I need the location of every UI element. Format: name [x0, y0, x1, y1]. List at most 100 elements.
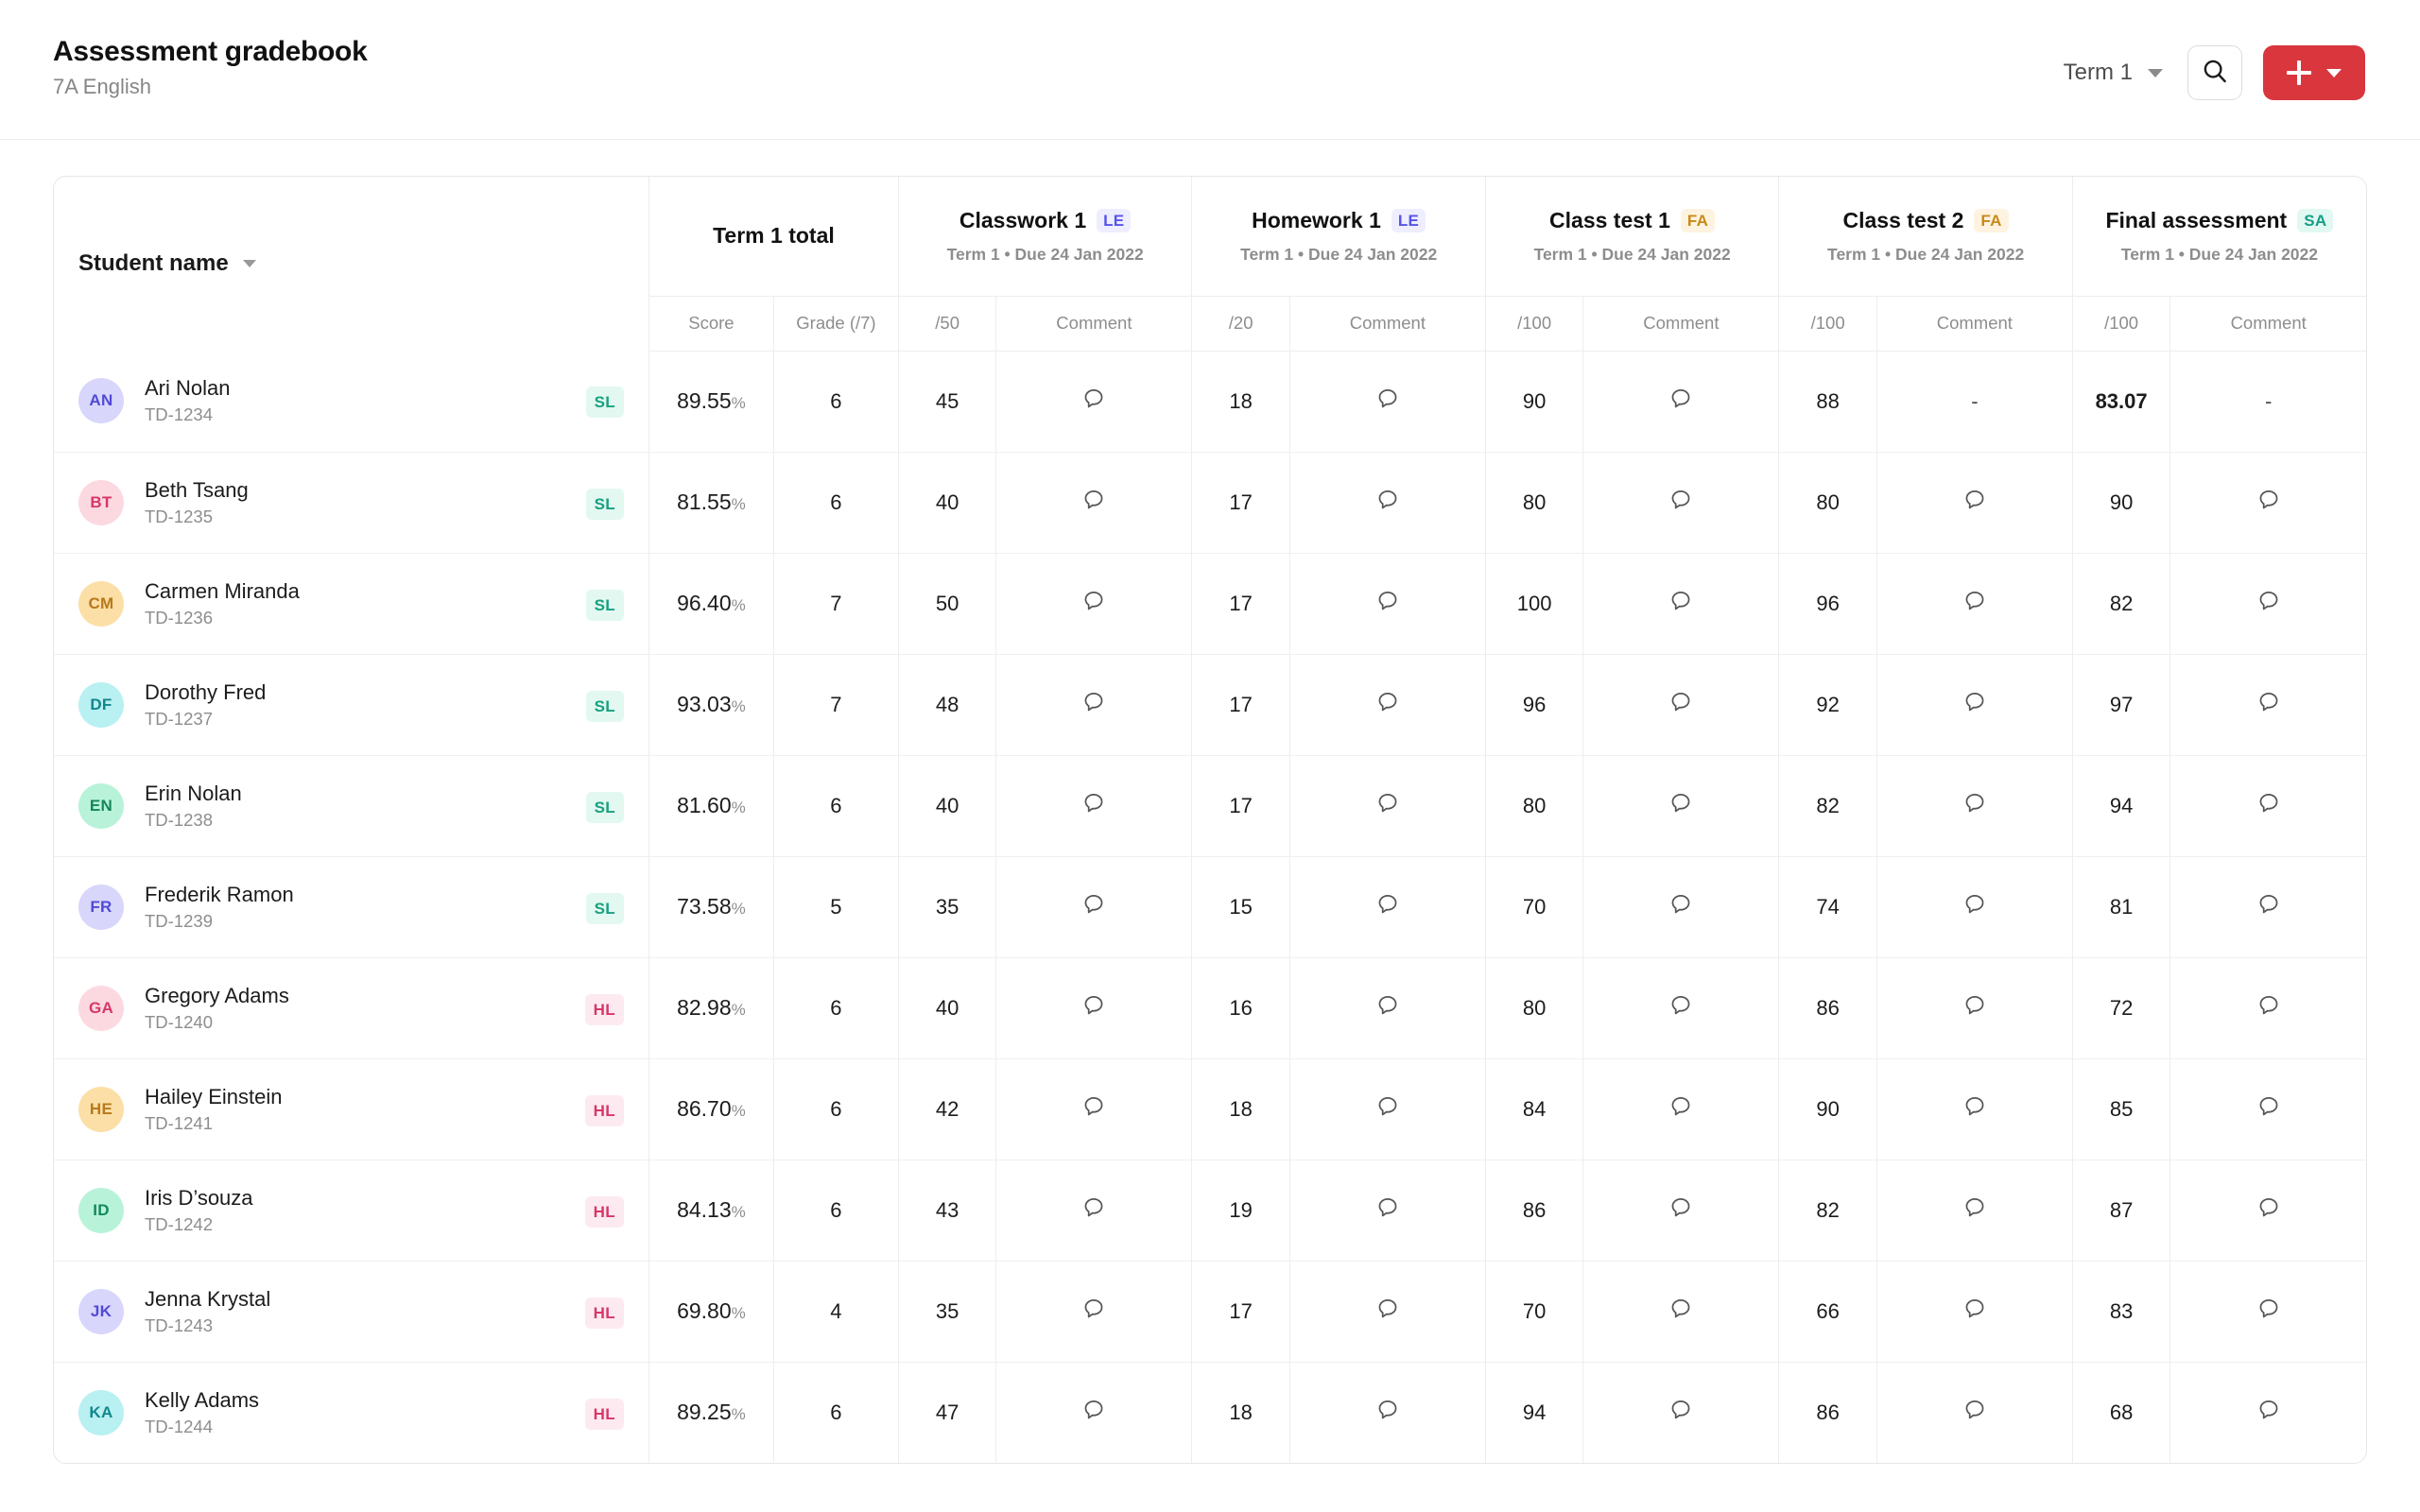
subcolumn-header[interactable]: Comment	[995, 296, 1193, 352]
classwork1-score-cell[interactable]: 40	[898, 755, 997, 856]
comment-bubble-icon[interactable]	[1668, 892, 1693, 917]
student-cell[interactable]: HE Hailey Einstein TD-1241 HL	[54, 1058, 649, 1160]
classtest2-comment-cell[interactable]	[1876, 856, 2073, 957]
term-total-score-cell[interactable]: 89.25%	[648, 1362, 774, 1463]
final-score-cell[interactable]: 72	[2072, 957, 2171, 1058]
classtest1-comment-cell[interactable]	[1582, 1362, 1780, 1463]
homework1-score-cell[interactable]: 17	[1191, 553, 1290, 654]
final-score-cell[interactable]: 81	[2072, 856, 2171, 957]
classwork1-score-cell[interactable]: 40	[898, 957, 997, 1058]
score-value[interactable]: 42	[936, 1097, 959, 1121]
term-total-score-cell[interactable]: 96.40%	[648, 553, 774, 654]
classtest1-score-cell[interactable]: 84	[1485, 1058, 1584, 1160]
add-button[interactable]	[2263, 45, 2365, 100]
score-value[interactable]: 96	[1816, 592, 1839, 615]
score-value[interactable]: 17	[1229, 1299, 1252, 1323]
subcolumn-header[interactable]: Comment	[1876, 296, 2073, 352]
score-value[interactable]: 84	[1523, 1097, 1546, 1121]
classtest2-score-cell[interactable]: 82	[1778, 755, 1877, 856]
classwork1-score-cell[interactable]: 42	[898, 1058, 997, 1160]
score-value[interactable]: 74	[1816, 895, 1839, 919]
term-total-grade-cell[interactable]: 6	[773, 957, 899, 1058]
homework1-score-cell[interactable]: 15	[1191, 856, 1290, 957]
term-total-grade-cell[interactable]: 6	[773, 351, 899, 452]
score-value[interactable]: 82	[2110, 592, 2133, 615]
score-value[interactable]: 19	[1229, 1198, 1252, 1222]
classtest1-score-cell[interactable]: 90	[1485, 351, 1584, 452]
term-total-grade-cell[interactable]: 5	[773, 856, 899, 957]
final-score-cell[interactable]: 83	[2072, 1261, 2171, 1362]
comment-bubble-icon[interactable]	[2256, 892, 2281, 917]
comment-bubble-icon[interactable]	[2256, 1297, 2281, 1321]
score-value[interactable]: 17	[1229, 794, 1252, 817]
score-value[interactable]: 68	[2110, 1400, 2133, 1424]
classtest2-score-cell[interactable]: 80	[1778, 452, 1877, 553]
score-value[interactable]: 66	[1816, 1299, 1839, 1323]
comment-bubble-icon[interactable]	[1962, 690, 1987, 714]
final-score-cell[interactable]: 82	[2072, 553, 2171, 654]
comment-bubble-icon[interactable]	[1668, 1094, 1693, 1119]
score-value[interactable]: 18	[1229, 1400, 1252, 1424]
term-total-score-cell[interactable]: 81.55%	[648, 452, 774, 553]
comment-bubble-icon[interactable]	[1668, 1297, 1693, 1321]
classtest2-comment-cell[interactable]	[1876, 1362, 2073, 1463]
score-value[interactable]: 82	[1816, 1198, 1839, 1222]
classtest2-score-cell[interactable]: 96	[1778, 553, 1877, 654]
comment-bubble-icon[interactable]	[2256, 690, 2281, 714]
classtest1-score-cell[interactable]: 86	[1485, 1160, 1584, 1261]
subcolumn-header[interactable]: Comment	[1582, 296, 1780, 352]
classtest2-comment-cell[interactable]	[1876, 957, 2073, 1058]
homework1-score-cell[interactable]: 17	[1191, 654, 1290, 755]
classtest2-score-cell[interactable]: 86	[1778, 957, 1877, 1058]
classtest2-comment-cell[interactable]	[1876, 1160, 2073, 1261]
score-value[interactable]: 87	[2110, 1198, 2133, 1222]
homework1-score-cell[interactable]: 17	[1191, 1261, 1290, 1362]
table-row[interactable]: ID Iris D’souza TD-1242 HL 84.13% 6 43 19 86 82 87	[54, 1160, 2366, 1261]
score-value[interactable]: 70	[1523, 1299, 1546, 1323]
final-comment-cell[interactable]	[2170, 1160, 2366, 1261]
term-total-score-cell[interactable]: 69.80%	[648, 1261, 774, 1362]
score-value[interactable]: 85	[2110, 1097, 2133, 1121]
comment-bubble-icon[interactable]	[1081, 1094, 1106, 1119]
score-value[interactable]: 72	[2110, 996, 2133, 1020]
classwork1-comment-cell[interactable]	[995, 351, 1193, 452]
score-value[interactable]: 16	[1229, 996, 1252, 1020]
comment-bubble-icon[interactable]	[1375, 589, 1400, 613]
homework1-comment-cell[interactable]	[1289, 1261, 1486, 1362]
subcolumn-header[interactable]: Comment	[2169, 296, 2366, 352]
classtest2-score-cell[interactable]: 90	[1778, 1058, 1877, 1160]
table-row[interactable]: KA Kelly Adams TD-1244 HL 89.25% 6 47 18 94 86 68	[54, 1362, 2366, 1463]
subcolumn-header[interactable]: Comment	[1289, 296, 1486, 352]
classtest1-comment-cell[interactable]	[1582, 957, 1780, 1058]
classtest1-score-cell[interactable]: 94	[1485, 1362, 1584, 1463]
comment-bubble-icon[interactable]	[1375, 791, 1400, 816]
table-row[interactable]: DF Dorothy Fred TD-1237 SL 93.03% 7 48 17 96 92 97	[54, 654, 2366, 755]
comment-bubble-icon[interactable]	[1081, 488, 1106, 512]
homework1-comment-cell[interactable]	[1289, 856, 1486, 957]
student-cell[interactable]: GA Gregory Adams TD-1240 HL	[54, 957, 649, 1058]
score-value[interactable]: 17	[1229, 592, 1252, 615]
score-value[interactable]: 35	[936, 1299, 959, 1323]
comment-bubble-icon[interactable]	[1375, 690, 1400, 714]
term-total-grade-cell[interactable]: 6	[773, 1058, 899, 1160]
subcolumn-header[interactable]: Grade (/7)	[773, 296, 899, 352]
subcolumn-header[interactable]: /20	[1191, 296, 1290, 352]
subcolumn-header[interactable]: /100	[2072, 296, 2171, 352]
classtest1-comment-cell[interactable]	[1582, 856, 1780, 957]
term-total-score-cell[interactable]: 73.58%	[648, 856, 774, 957]
comment-bubble-icon[interactable]	[1081, 1195, 1106, 1220]
student-name-column-header[interactable]: Student name	[54, 177, 649, 351]
table-row[interactable]: GA Gregory Adams TD-1240 HL 82.98% 6 40 16 80 86 7…	[54, 957, 2366, 1058]
score-value[interactable]: 100	[1517, 592, 1552, 615]
classtest1-comment-cell[interactable]	[1582, 351, 1780, 452]
term-total-score-cell[interactable]: 89.55%	[648, 351, 774, 452]
final-comment-cell[interactable]	[2170, 654, 2366, 755]
term-total-grade-cell[interactable]: 7	[773, 553, 899, 654]
score-value[interactable]: 43	[936, 1198, 959, 1222]
classtest2-comment-cell[interactable]: -	[1876, 351, 2073, 452]
comment-bubble-icon[interactable]	[1668, 488, 1693, 512]
score-value[interactable]: 18	[1229, 389, 1252, 413]
comment-bubble-icon[interactable]	[1081, 791, 1106, 816]
classwork1-score-cell[interactable]: 45	[898, 351, 997, 452]
score-value[interactable]: 80	[1523, 794, 1546, 817]
